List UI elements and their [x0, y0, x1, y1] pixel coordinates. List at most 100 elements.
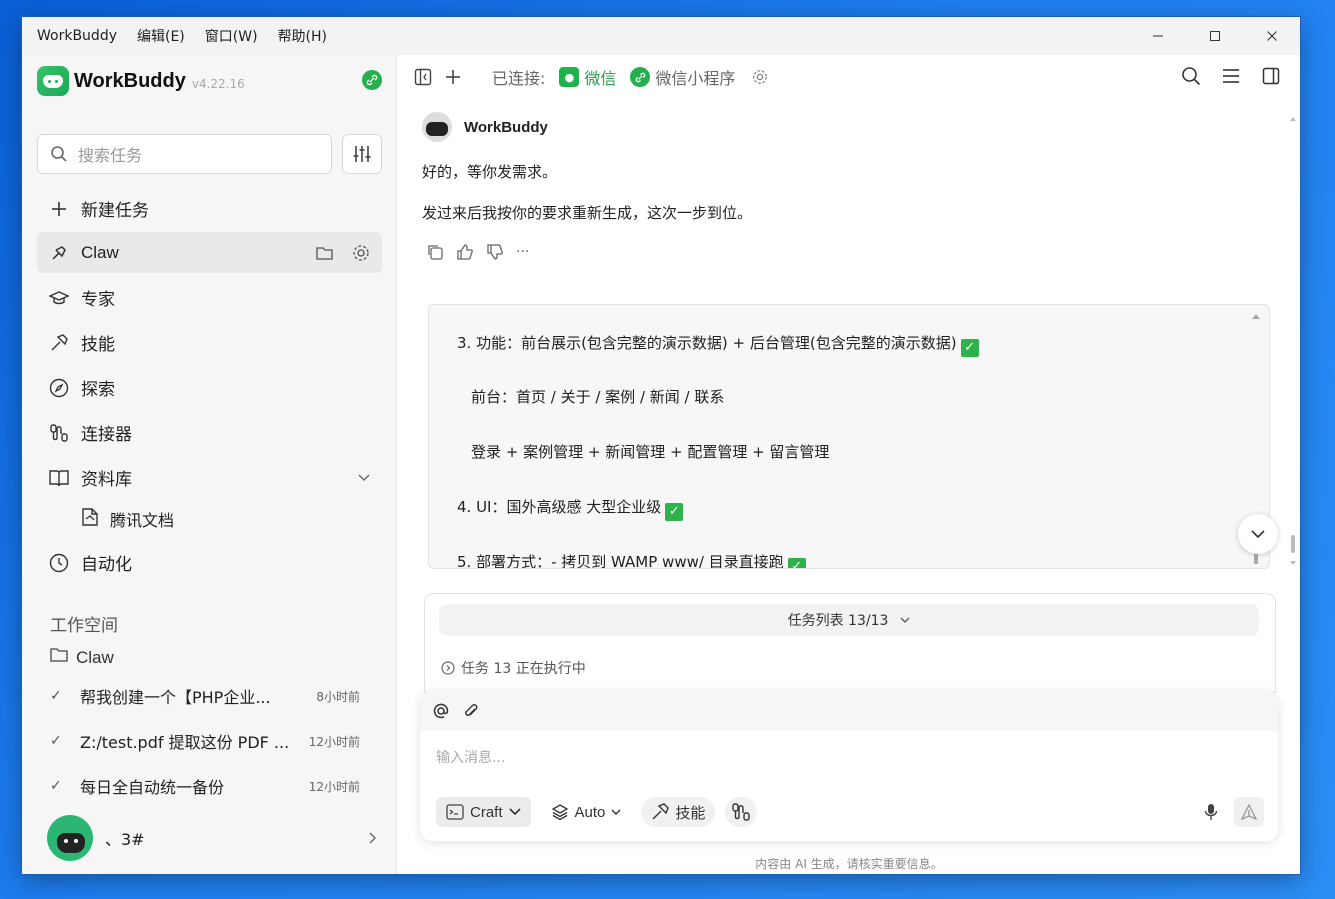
code-line: 前台：首页 / 关于 / 案例 / 新闻 / 联系 [471, 388, 725, 406]
check-mark-icon: ✓ [665, 503, 684, 521]
close-button[interactable] [1243, 17, 1300, 55]
check-icon: ✓ [50, 688, 62, 704]
wechat-icon: ● [559, 67, 580, 87]
thumbs-down-icon[interactable] [486, 243, 504, 261]
graduation-cap-icon [49, 288, 69, 308]
sidebar-item-claw[interactable]: Claw [37, 232, 382, 273]
menu-window[interactable]: 窗口(W) [195, 26, 268, 46]
claw-icon [49, 243, 69, 263]
sidebar-item-label: 技能 [81, 335, 115, 355]
message-actions: ··· [426, 243, 529, 261]
workspace-section-label: 工作空间 [50, 616, 118, 636]
plus-icon [49, 199, 69, 219]
sidebar-item-label: 连接器 [81, 425, 132, 445]
mode-label: Craft [470, 803, 503, 821]
copy-icon[interactable] [426, 243, 444, 261]
sender-name: WorkBuddy [464, 118, 548, 136]
task-row[interactable]: ✓ 帮我创建一个【PHP企业... 8小时前 [50, 681, 360, 711]
model-label: Auto [574, 803, 606, 821]
hammer-icon [652, 803, 670, 820]
workspace-item-claw[interactable]: Claw [50, 647, 114, 668]
mention-icon[interactable] [432, 702, 450, 720]
sidebar-item-automation[interactable]: 自动化 [37, 542, 382, 583]
menu-edit[interactable]: 编辑(E) [127, 26, 195, 46]
task-list-label: 任务列表 13/13 [787, 613, 889, 629]
app-title: WorkBuddy [37, 28, 117, 44]
chevron-down-icon [508, 808, 521, 816]
brand: WorkBuddy v4.22.16 [37, 65, 245, 97]
search-box[interactable]: 搜索任务 [37, 134, 332, 174]
connector-button[interactable] [725, 797, 758, 827]
folder-open-icon[interactable] [316, 245, 334, 261]
panel-right-icon[interactable] [1260, 65, 1282, 87]
send-button[interactable] [1234, 797, 1264, 827]
maximize-button[interactable] [1186, 17, 1243, 55]
sidebar-item-connectors[interactable]: 连接器 [37, 412, 382, 453]
sidebar-item-tencent-docs[interactable]: 腾讯文档 [80, 504, 174, 534]
message-header: WorkBuddy [422, 112, 548, 142]
channel-wechat[interactable]: ● 微信 [559, 65, 616, 89]
task-panel: 任务列表 13/13 任务 13 正在执行中 [424, 593, 1276, 693]
microphone-icon[interactable] [1204, 803, 1218, 821]
user-profile[interactable]: 、3# [47, 815, 377, 861]
sidebar-item-skills[interactable]: 技能 [37, 322, 382, 363]
new-task-button[interactable]: 新建任务 [37, 188, 382, 229]
thumbs-up-icon[interactable] [456, 243, 474, 261]
more-icon[interactable]: ··· [516, 244, 529, 260]
chevron-down-icon [611, 809, 621, 815]
workbuddy-logo-icon [37, 66, 69, 96]
link-status-icon[interactable] [362, 70, 382, 90]
main-scrollbar[interactable] [1290, 115, 1296, 575]
skills-button[interactable]: 技能 [641, 797, 716, 827]
version-label: v4.22.16 [191, 77, 245, 91]
task-time: 12小时前 [308, 779, 360, 794]
menu-help[interactable]: 帮助(H) [268, 26, 337, 46]
sidebar-item-label: 自动化 [81, 555, 132, 575]
message-input[interactable]: 输入消息... [436, 747, 505, 767]
chevron-down-icon[interactable] [358, 474, 370, 482]
task-list-toggle[interactable]: 任务列表 13/13 [439, 604, 1259, 636]
connector-icon [49, 423, 69, 443]
task-time: 12小时前 [308, 734, 360, 749]
task-row[interactable]: ✓ 每日全自动统一备份 12小时前 [50, 771, 360, 801]
main-panel: 已连接: ● 微信 微信小程序 WorkBuddy 好的，等你发需求。 发过来后… [398, 55, 1300, 874]
close-icon [1266, 31, 1277, 41]
sliders-icon [353, 146, 371, 162]
check-icon: ✓ [50, 733, 62, 749]
model-selector[interactable]: Auto [541, 797, 632, 827]
minimize-button[interactable] [1129, 17, 1186, 55]
title-bar: WorkBuddy 编辑(E) 窗口(W) 帮助(H) [22, 17, 1300, 55]
task-status-text: 任务 13 正在执行中 [461, 661, 586, 677]
toggle-sidebar-icon[interactable] [412, 66, 434, 88]
compass-icon [49, 378, 69, 398]
code-line: 4. UI：国外高级感 大型企业级 ✓ [457, 496, 684, 521]
sidebar-item-library[interactable]: 资料库 [37, 457, 382, 498]
connector-icon [732, 803, 751, 821]
chevron-down-icon [900, 617, 910, 623]
composer-actions [1204, 797, 1264, 827]
channel-miniprogram[interactable]: 微信小程序 [630, 65, 735, 89]
check-icon: ✓ [50, 778, 62, 794]
sidebar-item-label: 专家 [81, 290, 115, 310]
code-line: 3. 功能：前台展示(包含完整的演示数据) + 后台管理(包含完整的演示数据) ✓ [457, 332, 979, 357]
ai-disclaimer: 内容由 AI 生成，请核实重要信息。 [755, 857, 943, 871]
paperclip-icon[interactable] [462, 702, 480, 720]
send-icon [1241, 804, 1257, 820]
search-input[interactable]: 搜索任务 [78, 142, 142, 166]
sidebar-item-experts[interactable]: 专家 [37, 277, 382, 318]
link-icon [630, 67, 651, 87]
code-line: 5. 部署方式：- 拷贝到 WAMP www/ 目录直接跑 ✓ [457, 551, 806, 568]
search-icon [51, 146, 67, 162]
task-time: 8小时前 [316, 689, 360, 704]
sidebar-item-explore[interactable]: 探索 [37, 367, 382, 408]
hammer-icon [49, 333, 69, 353]
task-row[interactable]: ✓ Z:/test.pdf 提取这份 PDF ... 12小时前 [50, 726, 360, 756]
channel-settings-icon[interactable] [749, 66, 771, 88]
menu-icon[interactable] [1220, 65, 1242, 87]
search-icon[interactable] [1180, 65, 1202, 87]
gear-icon[interactable] [352, 244, 370, 262]
filter-button[interactable] [342, 134, 382, 174]
scroll-to-bottom-button[interactable] [1238, 514, 1278, 554]
mode-selector[interactable]: Craft [436, 797, 531, 827]
new-chat-icon[interactable] [442, 66, 464, 88]
